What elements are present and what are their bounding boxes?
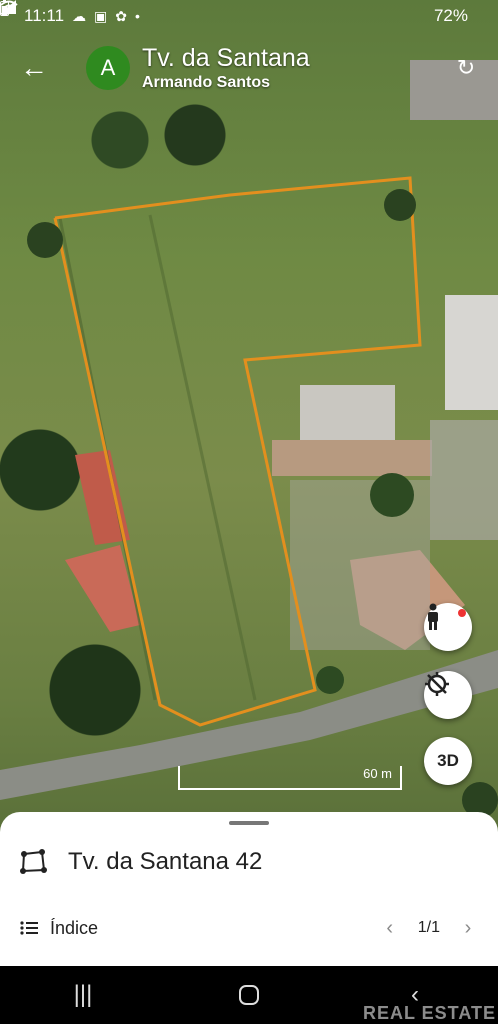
pegman-icon bbox=[428, 603, 438, 630]
compass-button[interactable] bbox=[424, 671, 472, 719]
system-nav-bar: ||| ‹ REAL ESTATE bbox=[0, 966, 498, 1024]
polygon-icon bbox=[20, 849, 47, 874]
rotate-button[interactable]: ↻ bbox=[450, 52, 482, 84]
notification-dot bbox=[458, 609, 466, 617]
list-icon bbox=[20, 921, 38, 935]
author-name: Armando Santos bbox=[142, 74, 271, 91]
compass-icon bbox=[425, 672, 449, 696]
index-button[interactable]: Índice bbox=[50, 918, 98, 939]
image-icon: ▣ bbox=[94, 7, 108, 24]
place-title: Tv. da Santana 42 bbox=[68, 848, 263, 875]
chevron-left-icon[interactable]: ‹ bbox=[380, 917, 400, 940]
watermark: REAL ESTATE bbox=[362, 1003, 496, 1023]
notification-icon: ✿ bbox=[115, 7, 127, 24]
map-scale: 60 m bbox=[178, 766, 402, 790]
3d-label: 3D bbox=[437, 751, 459, 770]
cloud-icon: ☁ bbox=[72, 7, 87, 24]
dot-icon: • bbox=[135, 8, 140, 24]
drag-handle[interactable] bbox=[229, 821, 269, 825]
home-icon bbox=[239, 985, 259, 1005]
pager: ‹ 1/1 › bbox=[380, 917, 478, 940]
chevron-right-icon[interactable]: › bbox=[458, 917, 478, 940]
clock: 11:11 bbox=[24, 6, 65, 25]
3d-toggle-button[interactable]: 3D bbox=[424, 737, 472, 785]
index-row: Índice ‹ 1/1 › bbox=[20, 914, 478, 942]
back-button[interactable]: ← bbox=[14, 48, 54, 88]
rotate-icon: ↻ bbox=[456, 55, 476, 80]
recents-button[interactable]: ||| bbox=[53, 975, 113, 1015]
status-bar: 11:11 ☁ ▣ ✿ • 72% bbox=[0, 0, 498, 32]
avatar[interactable]: A bbox=[86, 46, 130, 90]
home-button[interactable] bbox=[219, 975, 279, 1015]
street-view-button[interactable] bbox=[424, 603, 472, 651]
page-indicator: 1/1 bbox=[417, 919, 440, 936]
map-header: ← A Tv. da Santana Armando Santos ↻ bbox=[0, 36, 498, 100]
recents-icon: ||| bbox=[73, 981, 93, 1008]
arrow-left-icon: ← bbox=[20, 52, 48, 83]
page-title: Tv. da Santana bbox=[142, 44, 310, 72]
title-block: Tv. da Santana Armando Santos bbox=[142, 43, 310, 93]
bottom-sheet[interactable]: Tv. da Santana 42 Índice ‹ 1/1 › bbox=[0, 812, 498, 966]
battery-level: 72% bbox=[433, 6, 468, 25]
satellite-map[interactable]: 11:11 ☁ ▣ ✿ • 72% ← A Tv. da Santana Arm… bbox=[0, 0, 498, 870]
scale-label: 60 m bbox=[363, 766, 392, 781]
map-imagery bbox=[0, 60, 498, 818]
sheet-title-row: Tv. da Santana 42 bbox=[18, 846, 262, 878]
avatar-letter: A bbox=[100, 55, 116, 80]
